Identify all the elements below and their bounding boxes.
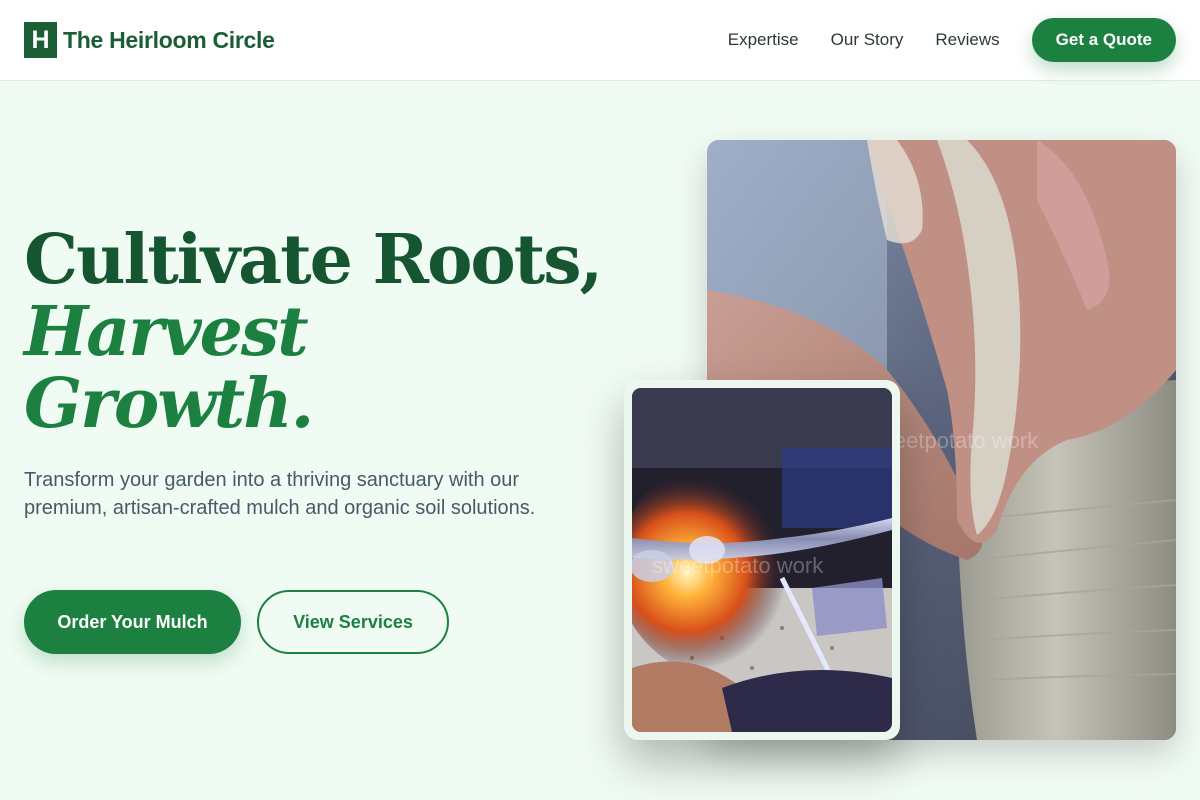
watermark-text: sweetpotato work (652, 553, 824, 578)
hero-image-glassblowing: sweetpotato work (632, 388, 892, 732)
nav-link-expertise[interactable]: Expertise (728, 30, 799, 50)
brand-logo[interactable]: H The Heirloom Circle (24, 22, 275, 58)
hero-title-line-2: Harvest (24, 292, 309, 372)
hero-subtitle: Transform your garden into a thriving sa… (24, 469, 536, 519)
nav-link-our-story[interactable]: Our Story (831, 30, 904, 50)
view-services-button[interactable]: View Services (257, 590, 449, 654)
order-mulch-button[interactable]: Order Your Mulch (24, 590, 241, 654)
hero-image-glassblowing-card: sweetpotato work (624, 380, 900, 740)
brand-name: The Heirloom Circle (63, 26, 275, 53)
hero-title-line-3: Growth. (24, 364, 314, 444)
logo-mark-icon: H (24, 22, 57, 58)
site-header: H The Heirloom Circle Expertise Our Stor… (0, 0, 1200, 81)
glassblowing-photo-illustration: sweetpotato work (632, 388, 892, 732)
hero-title-line-1: Cultivate Roots, (24, 220, 603, 300)
nav-link-reviews[interactable]: Reviews (935, 30, 999, 50)
main-nav: Expertise Our Story Reviews Get a Quote (728, 18, 1176, 62)
hero-title: Cultivate Roots, Harvest Growth. (24, 220, 603, 444)
get-quote-button[interactable]: Get a Quote (1031, 18, 1176, 62)
